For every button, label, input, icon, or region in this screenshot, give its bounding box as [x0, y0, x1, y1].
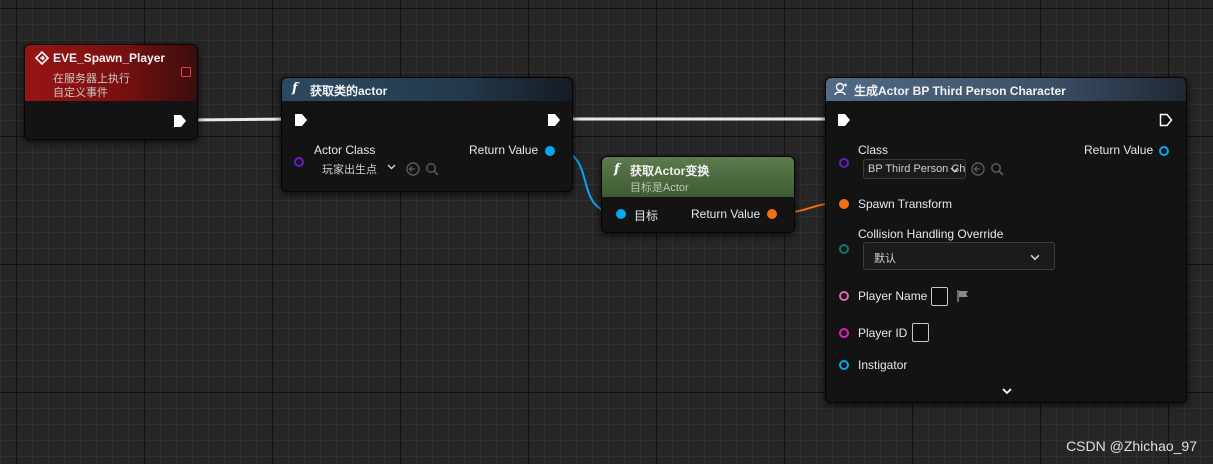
- get-actor-of-class-title: 获取类的actor: [310, 84, 388, 98]
- return-value-output-pin[interactable]: [545, 146, 555, 156]
- function-f-icon: f: [292, 81, 298, 96]
- exec-output-pin[interactable]: [547, 113, 561, 127]
- collision-handling-value: 默认: [874, 253, 896, 265]
- exec-output-pin[interactable]: [1159, 113, 1173, 127]
- spawn-actor-title: 生成Actor BP Third Person Character: [854, 84, 1066, 98]
- target-label: 目标: [634, 209, 659, 223]
- event-node-eve-spawn-player[interactable]: EVE_Spawn_Player 在服务器上执行 自定义事件: [24, 44, 198, 140]
- event-node-subtitle-type: 自定义事件: [53, 87, 108, 99]
- spawn-actor-icon: [834, 82, 847, 96]
- get-actor-of-class-node[interactable]: f 获取类的actor Actor Class 玩家出生点 Return Val…: [281, 77, 573, 192]
- exec-output-pin[interactable]: [173, 114, 187, 128]
- chevron-down-icon: [950, 167, 959, 173]
- spawn-return-value-label: Return Value: [1084, 143, 1154, 157]
- expand-advanced-chevron-icon[interactable]: [1000, 384, 1014, 398]
- watermark-text: CSDN @Zhichao_97: [1066, 438, 1197, 454]
- get-actor-transform-title: 获取Actor变换: [630, 164, 710, 178]
- actor-class-dropdown[interactable]: 玩家出生点: [318, 158, 400, 178]
- spawn-transform-input-pin[interactable]: [839, 199, 849, 209]
- get-actor-of-class-header[interactable]: f 获取类的actor: [282, 78, 572, 101]
- replicated-indicator-icon: [181, 67, 191, 77]
- spawn-actor-node[interactable]: 生成Actor BP Third Person Character Class …: [825, 77, 1187, 403]
- player-id-number-field[interactable]: [912, 323, 929, 342]
- get-actor-transform-header[interactable]: f 获取Actor变换 目标是Actor: [602, 157, 794, 197]
- transform-return-value-label: Return Value: [691, 207, 761, 221]
- chevron-down-icon: [1030, 254, 1040, 261]
- class-label: Class: [858, 143, 889, 157]
- spawn-transform-label: Spawn Transform: [858, 197, 953, 211]
- get-actor-transform-node[interactable]: f 获取Actor变换 目标是Actor 目标 Return Value: [601, 156, 795, 233]
- actor-class-label: Actor Class: [314, 143, 376, 157]
- exec-wire-event-to-getclass: [190, 117, 294, 122]
- actor-class-input-pin[interactable]: [294, 157, 304, 167]
- player-id-label: Player ID: [858, 326, 908, 340]
- function-f-icon: f: [614, 162, 620, 177]
- get-actor-transform-subtitle: 目标是Actor: [630, 182, 689, 194]
- collision-handling-dropdown[interactable]: 默认: [863, 242, 1055, 270]
- player-name-label: Player Name: [858, 289, 928, 303]
- event-diamond-icon: [35, 51, 49, 65]
- event-node-header[interactable]: EVE_Spawn_Player 在服务器上执行 自定义事件: [25, 45, 197, 101]
- chevron-down-icon: [387, 164, 396, 170]
- exec-input-pin[interactable]: [837, 113, 851, 127]
- use-selected-asset-icon[interactable]: [406, 162, 420, 176]
- collision-handling-label: Collision Handling Override: [858, 227, 1004, 241]
- browse-search-icon[interactable]: [990, 162, 1004, 176]
- player-id-input-pin[interactable]: [839, 328, 849, 338]
- spawn-return-value-output-pin[interactable]: [1159, 146, 1169, 156]
- spawn-actor-header[interactable]: 生成Actor BP Third Person Character: [826, 78, 1186, 101]
- instigator-label: Instigator: [858, 358, 908, 372]
- player-name-input-pin[interactable]: [839, 291, 849, 301]
- player-name-text-field[interactable]: [931, 287, 948, 306]
- return-value-label: Return Value: [469, 143, 539, 157]
- browse-search-icon[interactable]: [425, 162, 439, 176]
- localization-flag-icon[interactable]: [956, 289, 970, 303]
- collision-handling-input-pin[interactable]: [839, 244, 849, 254]
- event-node-title: EVE_Spawn_Player: [53, 51, 166, 65]
- instigator-input-pin[interactable]: [839, 360, 849, 370]
- exec-input-pin[interactable]: [294, 113, 308, 127]
- transform-return-value-output-pin[interactable]: [767, 209, 777, 219]
- class-input-pin[interactable]: [839, 158, 849, 168]
- actor-class-value: 玩家出生点: [322, 164, 377, 176]
- target-input-pin[interactable]: [616, 209, 626, 219]
- use-selected-asset-icon[interactable]: [971, 162, 985, 176]
